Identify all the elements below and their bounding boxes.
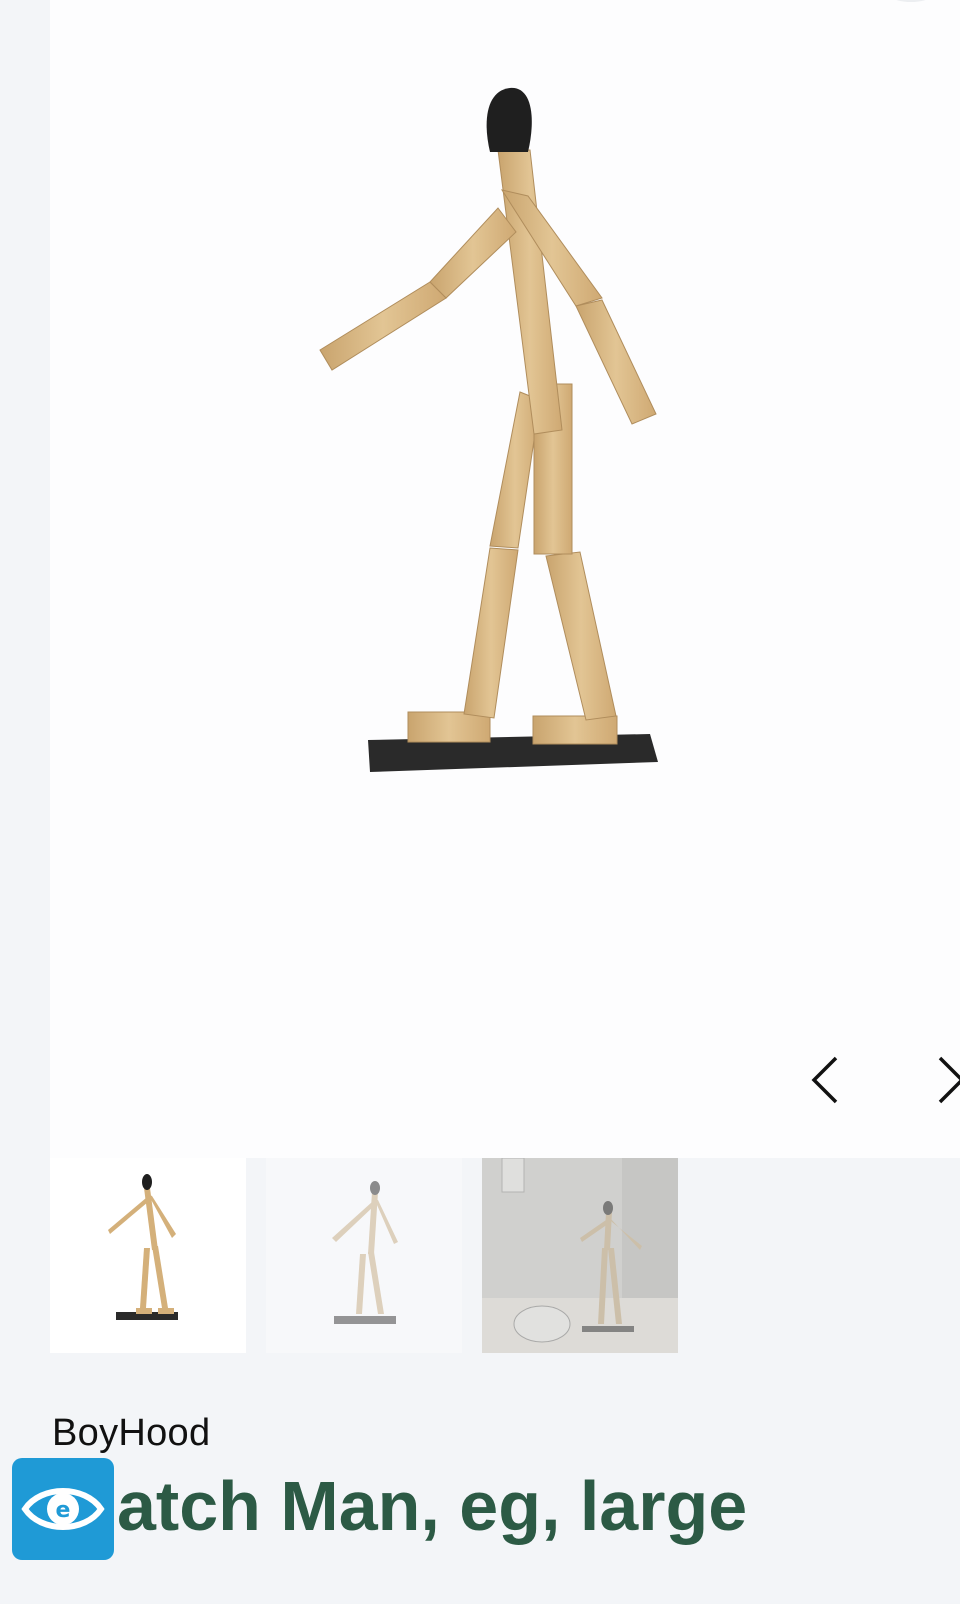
thumbnail-figure-image — [332, 1181, 398, 1324]
previous-image-button[interactable] — [796, 1050, 856, 1110]
thumbnail-2[interactable] — [266, 1158, 462, 1353]
chevron-right-icon — [938, 1056, 960, 1104]
next-image-button[interactable] — [920, 1050, 960, 1110]
product-main-image[interactable] — [50, 0, 960, 1158]
thumbnail-1[interactable] — [50, 1158, 246, 1353]
thumbnail-strip — [50, 1158, 960, 1353]
thumbnail-room-scene-image — [482, 1158, 678, 1353]
thumbnail-3[interactable] — [482, 1158, 678, 1353]
thumbnail-figure-image — [108, 1174, 178, 1320]
eye-icon: e — [21, 1488, 105, 1530]
brand-name[interactable]: BoyHood — [52, 1412, 210, 1455]
match-man-figure-image — [319, 87, 658, 772]
product-title: atch Man, eg, large — [117, 1467, 748, 1545]
chevron-left-icon — [811, 1056, 838, 1104]
svg-text:e: e — [56, 1498, 71, 1523]
accessibility-button[interactable]: e — [12, 1458, 114, 1560]
product-page: BoyHood atch Man, eg, large e — [0, 0, 960, 1604]
